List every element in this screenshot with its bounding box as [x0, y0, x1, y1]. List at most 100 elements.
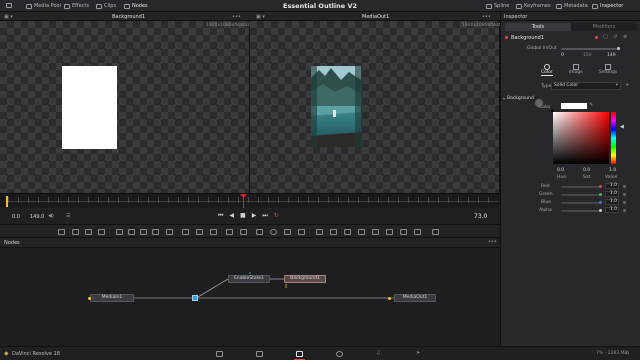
left-viewer[interactable]: [0, 21, 250, 193]
cut-page-icon[interactable]: [256, 351, 263, 357]
viewer-options-icon[interactable]: ▣ ▾: [4, 14, 13, 20]
tool-enabled-icon[interactable]: [505, 36, 508, 39]
reset-icon[interactable]: ↺: [613, 34, 617, 40]
viewer-menu-icon[interactable]: •••: [482, 14, 491, 20]
global-out-value[interactable]: 149: [607, 53, 616, 58]
tab-tools[interactable]: Tools: [505, 23, 571, 31]
panel-layout-button[interactable]: [6, 3, 12, 8]
viewer-options-icon[interactable]: ▣ ▾: [256, 14, 265, 20]
right-viewer[interactable]: [250, 21, 500, 193]
particle-tool-icon[interactable]: [284, 229, 291, 235]
color-tool-icon[interactable]: [140, 229, 147, 235]
node-enablestate1[interactable]: EnableState1: [228, 275, 270, 283]
global-slider-handle[interactable]: [617, 47, 620, 50]
red-slider[interactable]: [561, 186, 601, 188]
background-section-header[interactable]: Background: [507, 96, 534, 101]
metadata-button[interactable]: Metadata: [556, 3, 588, 9]
red-handle[interactable]: [599, 185, 602, 188]
go-to-end-icon[interactable]: ⏭: [262, 212, 267, 220]
value-value[interactable]: 1.0: [609, 168, 616, 173]
global-inout-slider[interactable]: [561, 48, 617, 50]
image-plane-tool-icon[interactable]: [414, 229, 421, 235]
mask-tool-icon[interactable]: [210, 229, 217, 235]
node-pipe-router[interactable]: [192, 295, 198, 301]
loop-icon[interactable]: ↻: [274, 212, 279, 220]
keyframes-button[interactable]: Keyframes: [516, 3, 551, 9]
nodes-menu-icon[interactable]: •••: [488, 239, 497, 245]
blue-slider[interactable]: [561, 202, 601, 204]
time-ruler[interactable]: [0, 193, 499, 209]
play-icon[interactable]: ▶: [252, 212, 257, 220]
media-pool-button[interactable]: Media Pool: [26, 3, 61, 9]
blue-handle[interactable]: [599, 201, 602, 204]
tab-modifiers[interactable]: Modifiers: [571, 23, 637, 31]
text-tool-icon[interactable]: [85, 229, 92, 235]
node-mediaout1[interactable]: MediaOut1: [394, 294, 436, 302]
blue-value[interactable]: 1.0: [605, 199, 619, 205]
emitter-tool-icon[interactable]: [298, 229, 305, 235]
red-value[interactable]: 1.0: [605, 183, 619, 189]
polygon-tool-icon[interactable]: [226, 229, 233, 235]
brush-tool-icon[interactable]: [98, 229, 105, 235]
inspector-button[interactable]: Inspector: [592, 3, 623, 9]
resize-tool-icon[interactable]: [182, 229, 189, 235]
global-in-value[interactable]: 0: [561, 53, 564, 58]
merge-tool-icon[interactable]: [116, 229, 123, 235]
spline-button[interactable]: Spline: [486, 3, 509, 9]
hue-value[interactable]: 0.0: [557, 168, 564, 173]
type-dropdown[interactable]: Solid Color ▾: [551, 82, 621, 90]
effects-button[interactable]: Effects: [64, 3, 89, 9]
add-icon[interactable]: +: [625, 82, 629, 88]
drop-tool-icon[interactable]: [166, 229, 173, 235]
menu-icon[interactable]: ≡: [623, 34, 627, 40]
extra-tool-icon[interactable]: [432, 229, 439, 235]
tool-color-icon[interactable]: [595, 36, 598, 39]
alpha-keyframe-icon[interactable]: [623, 209, 626, 212]
hue-strip[interactable]: [611, 112, 616, 164]
in-marker[interactable]: [6, 196, 8, 207]
render-start-field[interactable]: 0.0: [12, 214, 20, 220]
subtab-settings[interactable]: Settings: [599, 64, 617, 76]
alpha-handle[interactable]: [599, 209, 602, 212]
ellipse-tool-icon[interactable]: [270, 229, 277, 235]
go-to-start-icon[interactable]: ⏮: [218, 212, 223, 220]
stop-icon[interactable]: ■: [240, 212, 246, 220]
renderer-tool-icon[interactable]: [372, 229, 379, 235]
render-end-field[interactable]: 149.0: [30, 214, 44, 220]
3d-text-tool-icon[interactable]: [330, 229, 337, 235]
fairlight-page-icon[interactable]: ♫: [376, 350, 380, 356]
current-frame[interactable]: 73.0: [474, 213, 487, 220]
blur-tool-icon[interactable]: [128, 229, 135, 235]
3d-shape-tool-icon[interactable]: [316, 229, 323, 235]
node-mediain1[interactable]: MediaIn1: [90, 294, 134, 302]
picker-handle[interactable]: [551, 109, 554, 112]
alpha-slider[interactable]: [561, 210, 601, 212]
audio-icon[interactable]: ◀): [48, 213, 54, 219]
green-slider[interactable]: [561, 194, 601, 196]
fog-tool-icon[interactable]: [400, 229, 407, 235]
home-icon[interactable]: ⌂: [626, 350, 629, 356]
nodes-button[interactable]: Nodes: [124, 3, 148, 9]
camera-tool-icon[interactable]: [344, 229, 351, 235]
color-swatch[interactable]: [561, 103, 587, 109]
paint-tool-icon[interactable]: [72, 229, 79, 235]
fusion-page-icon[interactable]: [296, 351, 303, 357]
light-tool-icon[interactable]: [358, 229, 365, 235]
green-keyframe-icon[interactable]: [623, 193, 626, 196]
green-value[interactable]: 1.0: [605, 191, 619, 197]
rectangle-tool-icon[interactable]: [256, 229, 263, 235]
step-back-icon[interactable]: ◀: [229, 212, 234, 220]
crop-tool-icon[interactable]: [196, 229, 203, 235]
lock-icon[interactable]: ▢: [603, 34, 608, 40]
subtab-image[interactable]: Image: [569, 64, 583, 76]
blue-keyframe-icon[interactable]: [623, 201, 626, 204]
media-page-icon[interactable]: [216, 351, 223, 357]
color-picker-field[interactable]: [553, 112, 609, 164]
transform-tool-icon[interactable]: [152, 229, 159, 235]
green-handle[interactable]: [599, 193, 602, 196]
clips-button[interactable]: Clips: [96, 3, 116, 9]
bspline-tool-icon[interactable]: [240, 229, 247, 235]
red-keyframe-icon[interactable]: [623, 185, 626, 188]
menu-icon[interactable]: ☰: [66, 213, 70, 219]
sat-value[interactable]: 0.0: [583, 168, 590, 173]
